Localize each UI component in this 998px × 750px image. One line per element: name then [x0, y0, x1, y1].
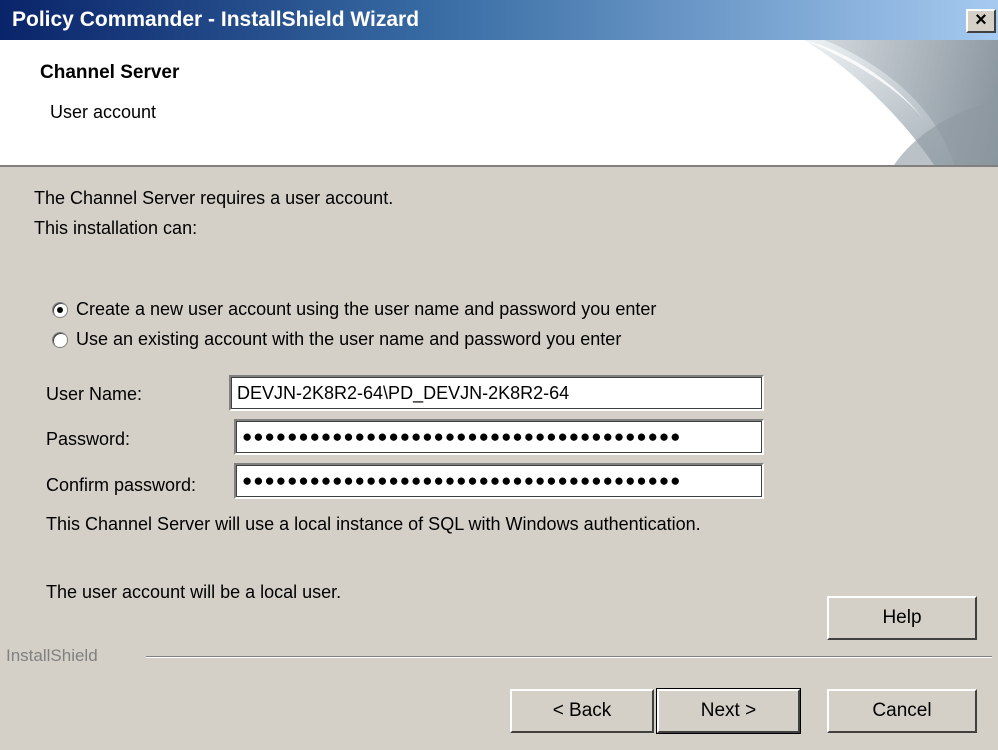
intro-line-1: The Channel Server requires a user accou… — [34, 188, 394, 208]
back-button[interactable]: < Back — [510, 689, 654, 733]
sql-note: This Channel Server will use a local ins… — [46, 514, 701, 534]
window-title: Policy Commander - InstallShield Wizard — [12, 8, 420, 31]
page-subtitle: User account — [50, 102, 157, 122]
confirm-password-field[interactable]: ●●●●●●●●●●●●●●●●●●●●●●●●●●●●●●●●●●●●●●● — [234, 463, 764, 499]
radio-use-existing[interactable] — [52, 332, 68, 348]
local-user-note: The user account will be a local user. — [46, 582, 342, 602]
close-icon: × — [975, 9, 987, 31]
next-button[interactable]: Next > — [656, 688, 801, 734]
help-button[interactable]: Help — [827, 596, 977, 640]
page-title: Channel Server — [40, 62, 180, 83]
password-label: Password: — [46, 429, 131, 449]
password-field[interactable]: ●●●●●●●●●●●●●●●●●●●●●●●●●●●●●●●●●●●●●●● — [234, 419, 764, 455]
option-use-existing-label[interactable]: Use an existing account with the user na… — [76, 329, 621, 350]
footer-divider — [146, 656, 992, 658]
header-banner: Channel Server User account — [0, 40, 998, 167]
username-label: User Name: — [46, 384, 143, 404]
confirm-password-label: Confirm password: — [46, 475, 197, 495]
intro-line-2: This installation can: — [34, 218, 198, 238]
cancel-button[interactable]: Cancel — [827, 689, 977, 733]
username-field[interactable]: DEVJN-2K8R2-64\PD_DEVJN-2K8R2-64 — [229, 375, 764, 411]
installer-window: Policy Commander - InstallShield Wizard … — [0, 0, 998, 750]
radio-selected-dot — [57, 307, 63, 313]
option-create-new-label[interactable]: Create a new user account using the user… — [76, 299, 656, 320]
installshield-brand: InstallShield — [6, 646, 98, 665]
close-button[interactable]: × — [966, 9, 996, 33]
page-curl-graphic — [804, 40, 998, 165]
radio-create-new[interactable] — [52, 302, 68, 318]
title-bar[interactable]: Policy Commander - InstallShield Wizard … — [0, 0, 998, 40]
